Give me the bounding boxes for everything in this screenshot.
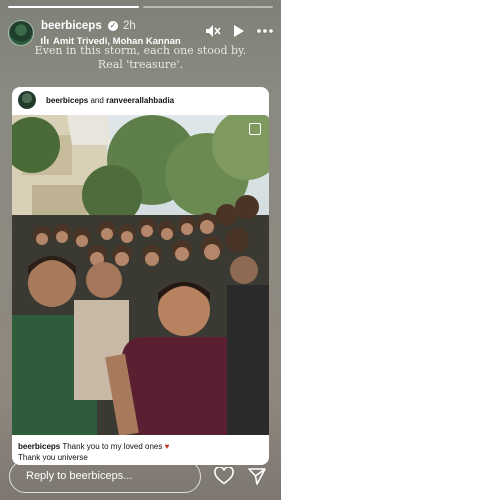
play-icon[interactable] xyxy=(233,24,245,38)
heart-icon[interactable] xyxy=(214,466,234,490)
shared-post-card[interactable]: beerbiceps and ranveerallahbadia beerbic… xyxy=(12,87,269,465)
post-authors[interactable]: beerbiceps and ranveerallahbadia xyxy=(46,96,174,105)
story-caption-line: Real 'treasure'. xyxy=(97,58,184,71)
post-avatar[interactable] xyxy=(18,91,36,109)
post-photo xyxy=(12,115,269,435)
reply-input[interactable]: Reply to beerbiceps... xyxy=(9,460,201,493)
post-user2: ranveerallahbadia xyxy=(106,96,175,105)
heart-emoji-icon: ♥ xyxy=(164,442,170,451)
verified-icon: ✓ xyxy=(108,21,118,31)
story-viewer: beerbiceps ✓ 2h Amit Trivedi, Mohan Kann… xyxy=(0,0,281,500)
carousel-icon xyxy=(249,123,261,135)
caption-user: beerbiceps xyxy=(18,442,61,451)
send-icon[interactable] xyxy=(247,466,267,491)
post-and: and xyxy=(90,96,104,105)
post-header: beerbiceps and ranveerallahbadia xyxy=(12,87,269,115)
caption-text: Thank you to my loved ones xyxy=(62,442,163,451)
mute-icon[interactable] xyxy=(205,24,221,38)
reply-placeholder: Reply to beerbiceps... xyxy=(26,470,133,482)
story-caption: Even in this storm, each one stood by. R… xyxy=(0,44,281,72)
post-user1: beerbiceps xyxy=(46,96,89,105)
story-progress xyxy=(8,6,273,8)
avatar[interactable] xyxy=(8,20,34,46)
progress-segment xyxy=(8,6,139,8)
progress-segment xyxy=(142,6,273,8)
story-controls xyxy=(205,24,273,38)
story-caption-line: Even in this storm, each one stood by. xyxy=(34,44,247,57)
more-icon[interactable] xyxy=(257,29,273,33)
story-time: 2h xyxy=(123,20,136,32)
story-username[interactable]: beerbiceps xyxy=(41,20,102,32)
